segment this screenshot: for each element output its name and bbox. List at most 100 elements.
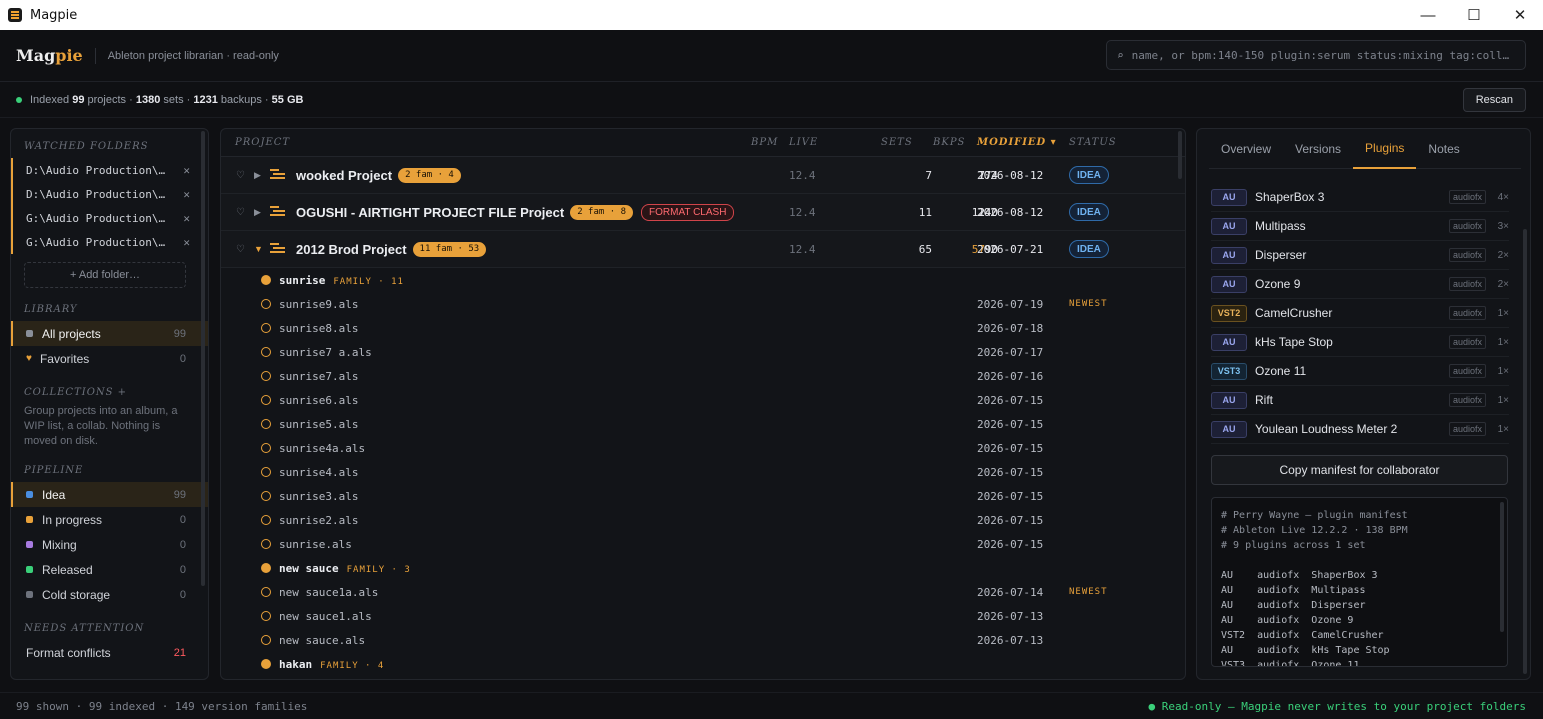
favorite-icon[interactable]: ♡ [236,207,245,218]
project-title: wooked Project [296,167,393,183]
tab-versions[interactable]: Versions [1283,129,1353,169]
pipeline-item-released[interactable]: Released 0 [11,557,208,582]
status-badge[interactable]: IDEA [1069,240,1109,258]
chevron-down-icon[interactable]: ▼ [254,244,263,254]
chevron-right-icon[interactable]: ▶ [254,207,261,218]
status-badge[interactable]: IDEA [1069,166,1109,184]
watched-folder[interactable]: D:\Audio Production\… ✕ [11,158,208,182]
maximize-button[interactable]: ☐ [1451,0,1497,30]
version-row[interactable]: sunrise3.als 2026-07-15 [221,484,1185,508]
col-bkps[interactable]: BKPS [933,137,965,148]
plugin-manifest[interactable]: # Perry Wayne — plugin manifest # Ableton… [1211,497,1508,667]
col-project[interactable]: PROJECT [235,137,290,148]
version-row[interactable]: sunrise2.als 2026-07-15 [221,508,1185,532]
detail-panel: Overview Versions Plugins Notes AU ShaperBox… [1196,128,1531,680]
copy-manifest-button[interactable]: Copy manifest for collaborator [1211,455,1508,485]
plugin-row[interactable]: VST2 CamelCrusher audiofx 1× [1211,299,1509,328]
library-item-favorites[interactable]: ♥ Favorites 0 [11,346,208,371]
attention-item-label: Format conflicts [26,645,111,660]
remove-folder-icon[interactable]: ✕ [183,236,190,249]
tab-overview[interactable]: Overview [1209,129,1283,169]
col-status[interactable]: STATUS [1069,137,1117,148]
version-row[interactable]: sunrise4.als 2026-07-15 [221,460,1185,484]
col-sets[interactable]: SETS [881,137,913,148]
modified-date: 2026-08-12 [977,205,1044,219]
version-row[interactable]: sunrise.als 2026-07-15 [221,532,1185,556]
version-circle-icon [261,611,271,621]
sidebar-scrollbar[interactable] [201,131,205,586]
project-row[interactable]: ♡ ▶ OGUSHI - AIRTIGHT PROJECT FILE Project… [221,194,1185,231]
status-footer: 99 shown · 99 indexed · 149 version fami… [0,692,1543,719]
version-row[interactable]: sunrise7 a.als 2026-07-17 [221,340,1185,364]
status-badge[interactable]: IDEA [1069,203,1109,221]
plugin-name: CamelCrusher [1255,306,1333,320]
manifest-line: AU audiofx Multipass [1221,585,1366,596]
rescan-button[interactable]: Rescan [1462,88,1526,112]
version-row[interactable]: new sauce1.als 2026-07-13 [221,604,1185,628]
remove-folder-icon[interactable]: ✕ [183,212,190,225]
col-bpm[interactable]: BPM [751,137,778,148]
pipeline-item-label: Mixing [42,537,77,552]
version-row[interactable]: new sauce1a.als 2026-07-14 NEWEST [221,580,1185,604]
version-date: 2026-07-19 [977,297,1044,311]
version-row[interactable]: sunrise4a.als 2026-07-15 [221,436,1185,460]
project-row[interactable]: ♡ ▼ 2012 Brod Project 11 fam · 53 90 12.4 65 57… [221,231,1185,268]
table-scrollbar[interactable] [1178,131,1182,179]
detail-scrollbar[interactable] [1523,229,1527,674]
add-folder-button[interactable]: + Add folder… [24,262,186,288]
plugin-row[interactable]: AU Youlean Loudness Meter 2 audiofx 1× [1211,415,1509,444]
plugin-row[interactable]: VST3 Ozone 11 audiofx 1× [1211,357,1509,386]
manifest-scrollbar[interactable] [1500,502,1504,632]
family-header[interactable]: sunrise FAMILY · 11 [221,268,1185,292]
plugin-row[interactable]: AU ShaperBox 3 audiofx 4× [1211,183,1509,212]
manifest-spacer [1221,553,1498,568]
plugin-row[interactable]: AU Disperser audiofx 2× [1211,241,1509,270]
pipeline-item-label: In progress [42,512,103,527]
pipeline-item-idea[interactable]: Idea 99 [11,482,208,507]
newest-label: NEWEST [1069,299,1108,309]
remove-folder-icon[interactable]: ✕ [183,164,190,177]
version-file: sunrise.als [279,537,352,551]
window-title-bar: Magpie — ☐ ✕ [0,0,1543,30]
col-modified[interactable]: MODIFIED ▾ [977,137,1057,148]
family-header[interactable]: new sauce FAMILY · 3 [221,556,1185,580]
close-button[interactable]: ✕ [1497,0,1543,30]
favorite-icon[interactable]: ♡ [236,170,245,181]
version-date: 2026-07-15 [977,441,1044,455]
attention-item-format-conflicts[interactable]: Format conflicts 21 [11,640,208,665]
pipeline-item-in-progress[interactable]: In progress 0 [11,507,208,532]
watched-folder[interactable]: G:\Audio Production\… ✕ [11,206,208,230]
version-row[interactable]: sunrise6.als 2026-07-15 [221,388,1185,412]
search-input[interactable]: ⌕ name, or bpm:140-150 plugin:serum stat… [1106,40,1526,70]
folder-path: G:\Audio Production\… [26,211,166,225]
version-row[interactable]: new sauce.als 2026-07-13 [221,628,1185,652]
version-row[interactable]: sunrise9.als 2026-07-19 NEWEST [221,292,1185,316]
manifest-comment: # Ableton Live 12.2.2 · 138 BPM [1221,525,1408,536]
plugin-row[interactable]: AU Multipass audiofx 3× [1211,212,1509,241]
favorite-icon[interactable]: ♡ [236,244,245,255]
project-row[interactable]: ♡ ▶ wooked Project 2 fam · 4 174 12.4 7 7 2026-0… [221,157,1185,194]
plugin-row[interactable]: AU kHs Tape Stop audiofx 1× [1211,328,1509,357]
family-title: hakan [279,657,313,671]
version-row[interactable]: sunrise5.als 2026-07-15 [221,412,1185,436]
version-row[interactable]: sunrise7.als 2026-07-16 [221,364,1185,388]
pipeline-item-mixing[interactable]: Mixing 0 [11,532,208,557]
remove-folder-icon[interactable]: ✕ [183,188,190,201]
library-item-all-projects[interactable]: All projects 99 [11,321,208,346]
family-header[interactable]: hakan FAMILY · 4 [221,652,1185,676]
plugin-row[interactable]: AU Rift audiofx 1× [1211,386,1509,415]
plugin-row[interactable]: AU Ozone 9 audiofx 2× [1211,270,1509,299]
version-file: sunrise4.als [279,465,359,479]
watched-folder[interactable]: D:\Audio Production\… ✕ [11,182,208,206]
library-item-label: Favorites [39,351,90,366]
watched-folder[interactable]: G:\Audio Production\… ✕ [11,230,208,254]
minimize-button[interactable]: — [1405,0,1451,30]
version-circle-icon [261,299,271,309]
chevron-right-icon[interactable]: ▶ [254,170,261,181]
collections-heading[interactable]: COLLECTIONS + [24,387,208,398]
pipeline-item-cold-storage[interactable]: Cold storage 0 [11,582,208,607]
version-row[interactable]: sunrise8.als 2026-07-18 [221,316,1185,340]
tab-notes[interactable]: Notes [1416,129,1471,169]
tab-plugins[interactable]: Plugins [1353,129,1417,169]
col-live[interactable]: LIVE [789,137,818,148]
